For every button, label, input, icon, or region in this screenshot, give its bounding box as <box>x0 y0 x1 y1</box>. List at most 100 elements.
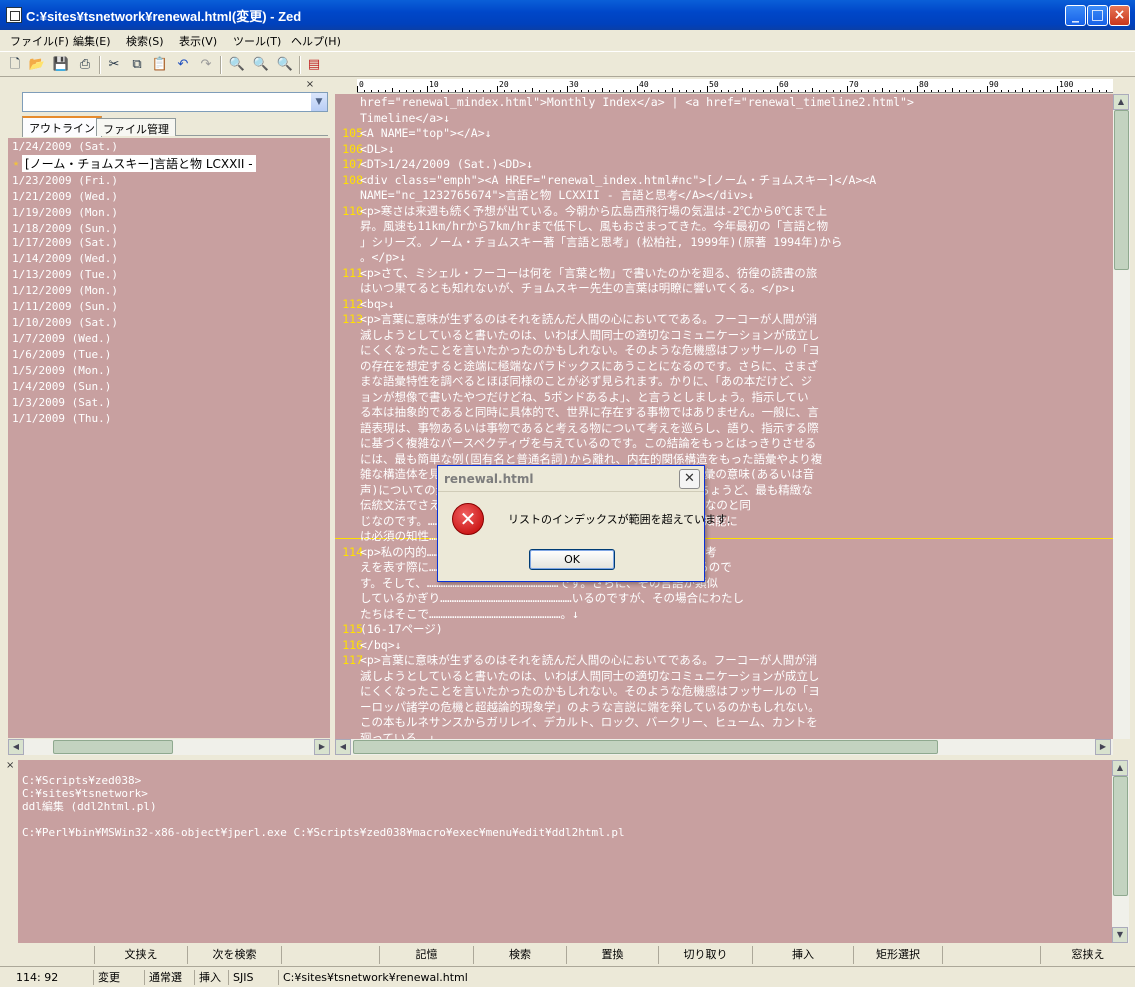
minimize-button[interactable]: _ <box>1065 5 1086 26</box>
print-icon[interactable]: ⎙ <box>76 56 94 74</box>
redo-icon[interactable]: ↷ <box>197 56 215 74</box>
scroll-down-icon[interactable]: ▼ <box>1112 927 1128 943</box>
outline-item-selected[interactable]: [ノーム・チョムスキー]言語と物 LCXXII - <box>22 155 256 172</box>
text-line[interactable]: 滅しようとしていると書いたのは、いわば人間同士の適切なコミュニケーションが成立し <box>360 669 819 685</box>
text-line[interactable]: に基づく複雑なパースペクティヴを与えているのです。この結論をもっとはっきりさせる <box>360 436 816 452</box>
fkey-3[interactable]: 次を検索 <box>188 946 282 964</box>
text-line[interactable]: <DL>↓ <box>360 142 395 158</box>
text-line[interactable]: <p>寒さは来週も続く予想が出ている。今朝から広島西飛行場の気温は-2℃から0℃… <box>360 204 827 220</box>
menu-file[interactable]: ファイル(F) <box>10 33 69 49</box>
text-line[interactable]: まな語彙特性を調べるとほぼ同様のことが必ず見られます。かりに、「あの本だけど、ジ <box>360 374 812 390</box>
outline-item[interactable]: 1/18/2009 (Sun.) <box>12 222 118 235</box>
outline-combo[interactable]: ▼ <box>22 92 328 112</box>
scroll-thumb[interactable] <box>1113 776 1128 896</box>
find-prev-icon[interactable]: 🔍 <box>276 56 294 74</box>
macro-icon[interactable]: ▤ <box>305 56 323 74</box>
text-line[interactable]: <DT>1/24/2009 (Sat.)<DD>↓ <box>360 157 533 173</box>
fkey-5[interactable]: 記憶 <box>380 946 474 964</box>
outline-item[interactable]: 1/4/2009 (Sun.) <box>12 380 111 393</box>
text-line[interactable]: 滅しようとしていると書いたのは、いわば人間同士の適切なコミュニケーションが成立し <box>360 328 819 344</box>
chevron-down-icon[interactable]: ▼ <box>311 93 327 111</box>
text-line[interactable]: 語表現は、事物あるいは事物であると考える物について考えを巡らし、語り、指示する際 <box>360 421 819 437</box>
dialog-close-icon[interactable]: ✕ <box>679 469 700 489</box>
console-output[interactable]: C:¥Scripts¥zed038> C:¥sites¥tsnetwork> d… <box>18 760 1112 943</box>
close-console-icon[interactable]: × <box>6 760 18 772</box>
text-line[interactable]: Timeline</a>↓ <box>360 111 450 127</box>
text-line[interactable]: <div class="emph"><A HREF="renewal_index… <box>360 173 876 189</box>
find-next-icon[interactable]: 🔍 <box>252 56 270 74</box>
left-horizontal-scrollbar[interactable]: ◀ ▶ <box>8 739 330 755</box>
tab-file-manager[interactable]: ファイル管理 <box>96 118 176 136</box>
text-line[interactable]: href="renewal_mindex.html">Monthly Index… <box>360 95 914 111</box>
ok-button[interactable]: OK <box>529 549 615 570</box>
save-icon[interactable]: 💾 <box>52 56 70 74</box>
fkey-1[interactable] <box>0 946 95 964</box>
text-line[interactable]: の存在を想定すると途端に極端なパラドックスにあうことになるのです。さらに、さまざ <box>360 359 818 375</box>
cut-icon[interactable]: ✂ <box>105 56 123 74</box>
scroll-up-icon[interactable]: ▲ <box>1113 94 1129 110</box>
fkey-10[interactable]: 矩形選択 <box>854 946 943 964</box>
text-line[interactable]: <p>さて、ミシェル・フーコーは何を「言葉と物」で書いたのかを廻る、彷徨の読書の… <box>360 266 817 282</box>
text-line[interactable]: (16-17ページ) <box>360 622 443 638</box>
fkey-7[interactable]: 置換 <box>567 946 659 964</box>
text-line[interactable]: 。</p>↓ <box>360 250 406 266</box>
scroll-right-icon[interactable]: ▶ <box>314 739 330 755</box>
text-line[interactable]: 昇。風速も11km/hrから7km/hrまで低下し、風もおさまってきた。今年最初… <box>360 219 828 235</box>
fkey-9[interactable]: 挿入 <box>753 946 854 964</box>
outline-item[interactable]: 1/6/2009 (Tue.) <box>12 348 111 361</box>
text-line[interactable]: にくくなったことを言いたかったのかもしれない。そのような危機感はフッサールの「ヨ <box>360 684 820 700</box>
text-line[interactable]: たちはそこで…………………………………………………。↓ <box>360 607 579 623</box>
fkey-6[interactable]: 検索 <box>474 946 567 964</box>
text-line[interactable]: <p>言葉に意味が生ずるのはそれを読んだ人間の心においてである。フーコーが人間が… <box>360 653 817 669</box>
text-area[interactable]: href="renewal_mindex.html">Monthly Index… <box>335 94 1113 739</box>
copy-icon[interactable]: ⧉ <box>128 56 146 74</box>
fkey-8[interactable]: 切り取り <box>659 946 753 964</box>
editor-horizontal-scrollbar[interactable]: ◀ ▶ <box>335 739 1113 755</box>
outline-item[interactable]: 1/12/2009 (Mon.) <box>12 284 118 297</box>
scroll-up-icon[interactable]: ▲ <box>1112 760 1128 776</box>
outline-item[interactable]: 1/24/2009 (Sat.) <box>12 140 118 153</box>
new-file-icon[interactable]: 🗋 <box>6 56 24 74</box>
text-line[interactable]: ョンが想像で書いたやつだけどね、5ポンドあるよ」、と言うとしましょう。指示してい <box>360 390 809 406</box>
menu-help[interactable]: ヘルプ(H) <box>291 33 341 49</box>
menu-search[interactable]: 検索(S) <box>126 33 164 49</box>
find-icon[interactable]: 🔍 <box>228 56 246 74</box>
app-icon[interactable] <box>6 7 22 23</box>
menu-edit[interactable]: 編集(E) <box>73 33 111 49</box>
scroll-thumb[interactable] <box>353 740 938 754</box>
close-pane-icon[interactable]: × <box>304 79 316 91</box>
close-button[interactable]: × <box>1109 5 1130 26</box>
outline-item[interactable]: 1/17/2009 (Sat.) <box>12 236 118 249</box>
tab-outline[interactable]: アウトライン <box>22 116 102 137</box>
fkey-2[interactable]: 文挟え <box>95 946 188 964</box>
maximize-button[interactable]: □ <box>1087 5 1108 26</box>
text-line[interactable]: にくくなったことを言いたかったのかもしれない。そのような危機感はフッサールの「ヨ <box>360 343 820 359</box>
text-line[interactable]: NAME="nc_1232765674">言語と物 LCXXII - 言語と思考… <box>360 188 754 204</box>
fkey-11[interactable] <box>943 946 1041 964</box>
fkey-12[interactable]: 窓挟え <box>1041 946 1135 964</box>
outline-item[interactable]: 1/14/2009 (Wed.) <box>12 252 118 265</box>
outline-item[interactable]: 1/7/2009 (Wed.) <box>12 332 111 345</box>
scroll-right-icon[interactable]: ▶ <box>1095 739 1111 755</box>
outline-item[interactable]: 1/13/2009 (Tue.) <box>12 268 118 281</box>
text-line[interactable]: <A NAME="top"></A>↓ <box>360 126 492 142</box>
text-line[interactable]: ーロッパ諸学の危機と超越論的現象学」のような言説に端を発しているのかもしれない。 <box>360 700 820 716</box>
outline-item[interactable]: 1/23/2009 (Fri.) <box>12 174 118 187</box>
outline-item[interactable]: 1/5/2009 (Mon.) <box>12 364 111 377</box>
text-line[interactable]: 廻っている。↓ <box>360 731 435 740</box>
text-line[interactable]: る本は抽象的であると同時に具体的で、世界に存在する事物ではありません。一般に、言 <box>360 405 819 421</box>
menu-view[interactable]: 表示(V) <box>179 33 217 49</box>
outline-item[interactable]: 1/11/2009 (Sun.) <box>12 300 118 313</box>
outline-item[interactable]: 1/19/2009 (Mon.) <box>12 206 118 219</box>
fkey-4[interactable] <box>282 946 380 964</box>
text-line[interactable]: この本もルネサンスからガリレイ、デカルト、ロック、バークリー、ヒューム、カントを <box>360 715 818 731</box>
text-line[interactable]: しているかぎり…………………………………………………いるのですが、その場合にわた… <box>360 591 744 607</box>
text-line[interactable]: 」シリーズ。ノーム・チョムスキー著「言語と思考」(松柏社, 1999年)(原著 … <box>360 235 842 251</box>
text-line[interactable]: <bq>↓ <box>360 297 395 313</box>
text-line[interactable]: </bq>↓ <box>360 638 402 654</box>
scroll-thumb[interactable] <box>53 740 173 754</box>
outline-item[interactable]: 1/10/2009 (Sat.) <box>12 316 118 329</box>
outline-item[interactable]: 1/21/2009 (Wed.) <box>12 190 118 203</box>
menu-tools[interactable]: ツール(T) <box>233 33 281 49</box>
text-line[interactable]: <p>言葉に意味が生ずるのはそれを読んだ人間の心においてである。フーコーが人間が… <box>360 312 817 328</box>
